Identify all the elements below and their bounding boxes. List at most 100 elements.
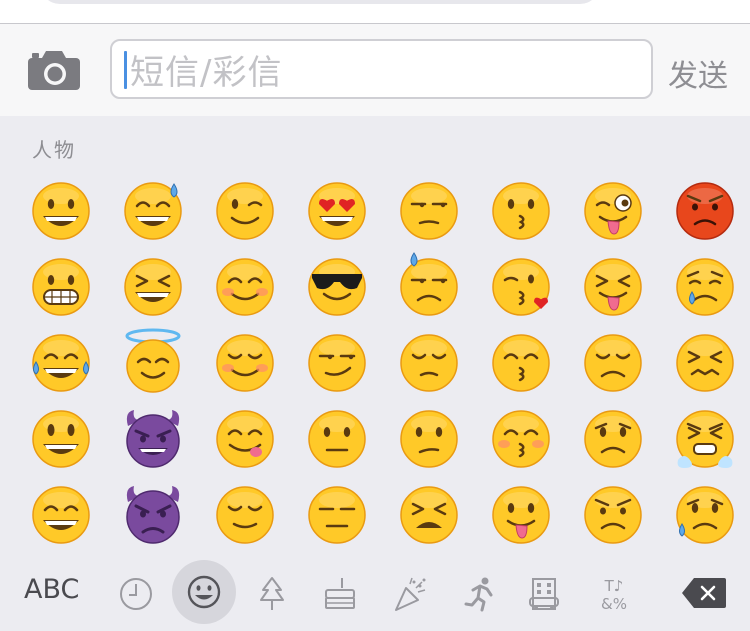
- emoji-neutral[interactable]: [302, 404, 372, 474]
- symbols-tab[interactable]: T♪ &%: [588, 568, 640, 620]
- smiley-icon: [32, 410, 90, 468]
- emoji-sunglasses[interactable]: [302, 252, 372, 322]
- emoji-sad-sweat[interactable]: [670, 480, 740, 550]
- party-popper-icon: [395, 577, 426, 611]
- grimacing-icon: [32, 258, 90, 316]
- emoji-halo[interactable]: [118, 328, 188, 398]
- emoji-kissing[interactable]: [486, 176, 556, 246]
- emoji-confused[interactable]: [394, 404, 464, 474]
- emoji-grimacing[interactable]: [26, 252, 96, 322]
- emoji-confounded[interactable]: [670, 328, 740, 398]
- emoji-keyboard: 人物 ABC T♪ &%: [0, 116, 750, 631]
- heart-eyes-icon: [308, 182, 366, 240]
- delete-button[interactable]: [680, 576, 728, 610]
- places-tab[interactable]: [518, 568, 570, 620]
- sunglasses-icon: [308, 258, 366, 316]
- emoji-worried[interactable]: [578, 404, 648, 474]
- grinning-sweat-icon: [124, 182, 182, 240]
- downcast-sweat-icon: [400, 252, 458, 316]
- emoji-pensive[interactable]: [394, 328, 464, 398]
- emoji-downcast-sweat[interactable]: [394, 252, 464, 322]
- message-input-placeholder: 短信/彩信: [130, 52, 283, 93]
- recent-tab[interactable]: [110, 568, 162, 620]
- message-bubble: [40, 0, 600, 4]
- emoji-kissing-heart[interactable]: [486, 252, 556, 322]
- emoji-angry-red[interactable]: [670, 176, 740, 246]
- emoji-imp-angry[interactable]: [118, 480, 188, 550]
- backspace-icon: [682, 578, 726, 608]
- emoji-winking-tongue[interactable]: [578, 176, 648, 246]
- symbols-icon-bottom: &%: [601, 595, 627, 613]
- emoji-category-bar: ABC T♪ &%: [0, 556, 750, 631]
- worried-icon: [584, 410, 642, 468]
- emoji-persevering-tears[interactable]: [670, 404, 740, 474]
- send-button[interactable]: 发送: [668, 51, 728, 94]
- emoji-expressionless[interactable]: [302, 480, 372, 550]
- squinting-tongue-icon: [584, 258, 642, 316]
- angry-red-icon: [676, 182, 734, 240]
- emoji-grinning[interactable]: [26, 176, 96, 246]
- kissing-closed-eyes-icon: [492, 334, 550, 392]
- emoji-tears-of-joy[interactable]: [26, 328, 96, 398]
- celebration-tab[interactable]: [384, 568, 436, 620]
- yum-icon: [216, 410, 274, 468]
- emoji-crying[interactable]: [670, 252, 740, 322]
- message-input[interactable]: 短信/彩信: [110, 39, 653, 99]
- messages-compose-screen: 短信/彩信 发送 人物 ABC T♪ &%: [0, 0, 750, 631]
- emoji-relaxed[interactable]: [210, 328, 280, 398]
- emoji-squinting-laugh[interactable]: [118, 252, 188, 322]
- activity-tab[interactable]: [454, 568, 506, 620]
- text-caret: [124, 51, 127, 89]
- smiling-icon: [216, 258, 274, 316]
- emoji-smile[interactable]: [26, 480, 96, 550]
- runner-icon: [464, 577, 493, 612]
- emoji-heart-eyes[interactable]: [302, 176, 372, 246]
- symbols-icon: T♪ &%: [601, 577, 627, 613]
- smile-icon: [32, 486, 90, 544]
- camera-button[interactable]: [26, 48, 82, 92]
- kissing-heart-icon: [492, 258, 550, 316]
- people-tab[interactable]: [172, 560, 236, 624]
- imp-smiling-icon: [126, 410, 180, 468]
- nature-tab[interactable]: [246, 568, 298, 620]
- emoji-yum[interactable]: [210, 404, 280, 474]
- emoji-smiley[interactable]: [26, 404, 96, 474]
- smiley-icon: [187, 575, 221, 609]
- cake-icon: [325, 578, 355, 609]
- halo-icon: [125, 328, 181, 393]
- emoji-grinning-sweat[interactable]: [118, 176, 188, 246]
- squinting-laugh-icon: [124, 258, 182, 316]
- kissing-blush-icon: [492, 410, 550, 468]
- emoji-tired[interactable]: [394, 480, 464, 550]
- emoji-winking[interactable]: [210, 176, 280, 246]
- emoji-disappointed[interactable]: [578, 328, 648, 398]
- food-tab[interactable]: [314, 568, 366, 620]
- disappointed-icon: [584, 334, 642, 392]
- emoji-imp-smiling[interactable]: [118, 404, 188, 474]
- symbols-icon-top: T♪: [604, 577, 624, 595]
- emoji-kissing-closed-eyes[interactable]: [486, 328, 556, 398]
- abc-button[interactable]: ABC: [24, 574, 79, 605]
- neutral-icon: [308, 410, 366, 468]
- camera-icon: [28, 51, 80, 90]
- building-icon: [529, 578, 559, 610]
- emoji-unamused[interactable]: [394, 176, 464, 246]
- clock-icon: [120, 578, 152, 610]
- emoji-smiling[interactable]: [210, 252, 280, 322]
- winking-icon: [216, 182, 274, 240]
- kissing-icon: [492, 182, 550, 240]
- emoji-relieved[interactable]: [210, 480, 280, 550]
- emoji-kissing-blush[interactable]: [486, 404, 556, 474]
- tree-icon: [260, 577, 284, 610]
- emoji-angry[interactable]: [578, 480, 648, 550]
- tongue-icon: [492, 486, 550, 544]
- expressionless-icon: [308, 486, 366, 544]
- emoji-smirking[interactable]: [302, 328, 372, 398]
- sad-sweat-icon: [676, 486, 734, 544]
- emoji-squinting-tongue[interactable]: [578, 252, 648, 322]
- emoji-tongue[interactable]: [486, 480, 556, 550]
- grinning-icon: [32, 182, 90, 240]
- compose-bar: 短信/彩信 发送: [0, 24, 750, 116]
- angry-icon: [584, 486, 642, 544]
- tears-of-joy-icon: [32, 334, 90, 392]
